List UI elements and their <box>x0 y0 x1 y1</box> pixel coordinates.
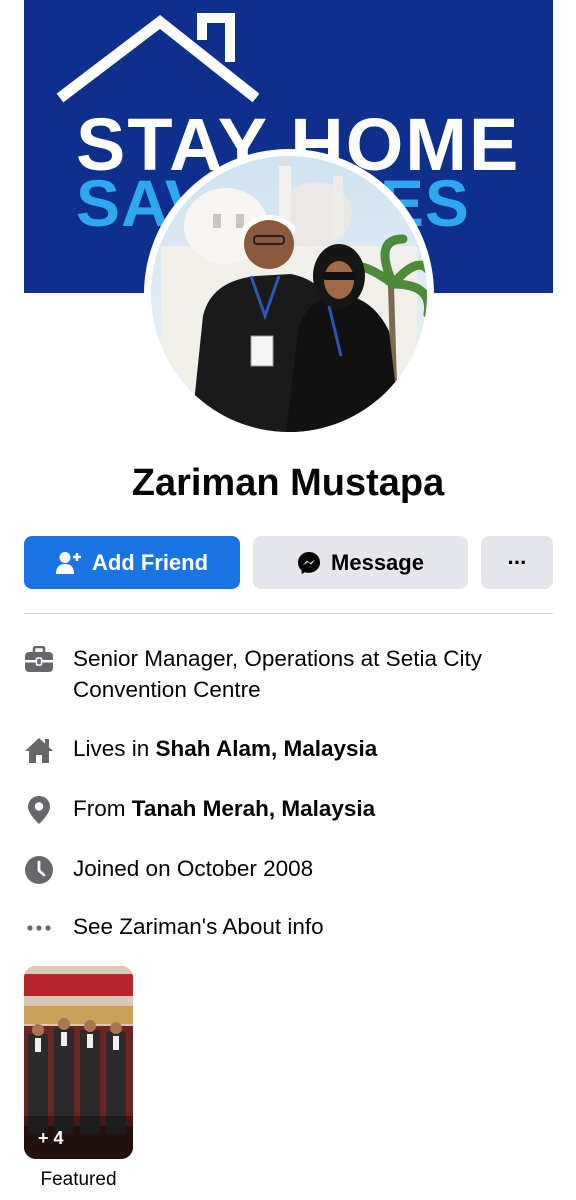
profile-photo <box>151 156 427 432</box>
add-friend-label: Add Friend <box>91 549 209 575</box>
work-text: Senior Manager, Operations at Setia City… <box>73 646 482 702</box>
info-about-link[interactable]: See Zariman's About info <box>24 911 554 943</box>
add-friend-button[interactable]: Add Friend <box>24 536 240 589</box>
message-label: Message <box>331 549 424 575</box>
featured-collection-card[interactable]: + 4 <box>24 966 133 1159</box>
info-joined: Joined on October 2008 <box>24 853 554 885</box>
message-button[interactable]: Message <box>253 536 468 589</box>
home-icon <box>24 735 54 765</box>
profile-name: Zariman Mustapa <box>131 462 445 504</box>
section-divider <box>24 613 553 614</box>
info-from: From Tanah Merah, Malaysia <box>24 793 554 825</box>
location-pin-icon <box>24 795 54 825</box>
from-prefix: From <box>73 796 132 821</box>
joined-text: Joined on October 2008 <box>73 856 314 881</box>
briefcase-icon <box>24 645 54 675</box>
messenger-icon <box>298 551 321 574</box>
profile-avatar[interactable] <box>144 149 434 439</box>
more-dots-icon: ··· <box>507 549 528 575</box>
info-work: Senior Manager, Operations at Setia City… <box>24 643 554 705</box>
info-lives: Lives in Shah Alam, Malaysia <box>24 733 554 765</box>
featured-label: Featured <box>40 1169 117 1190</box>
featured-count: + 4 <box>38 1128 64 1148</box>
from-place-link[interactable]: Tanah Merah, Malaysia <box>132 796 375 821</box>
clock-icon <box>24 855 54 885</box>
more-dots-icon <box>24 913 54 943</box>
more-options-button[interactable]: ··· <box>481 536 553 589</box>
lives-prefix: Lives in <box>73 736 156 761</box>
about-text[interactable]: See Zariman's About info <box>73 911 324 942</box>
lives-place-link[interactable]: Shah Alam, Malaysia <box>156 736 378 761</box>
person-add-icon <box>55 551 81 574</box>
